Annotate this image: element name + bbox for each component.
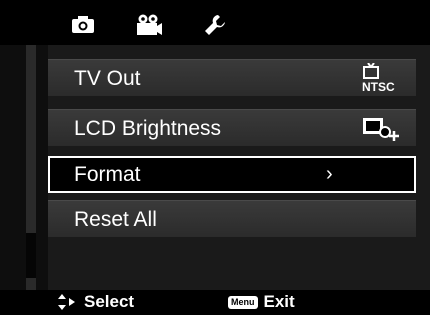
tab-camera[interactable]: [60, 8, 106, 42]
menu-item-lcd-brightness[interactable]: LCD Brightness: [48, 109, 416, 146]
select-hint: Select: [58, 292, 134, 312]
tab-video[interactable]: [126, 8, 172, 42]
dpad-up-down-right-icon: [58, 294, 75, 310]
menu-item-label: Reset All: [74, 208, 157, 231]
chevron-right-icon: ›: [326, 163, 333, 185]
tab-bar: [0, 0, 430, 45]
select-label: Select: [84, 292, 135, 311]
menu-left-strip: [0, 45, 48, 290]
menu-item-label: TV Out: [74, 67, 141, 90]
exit-label: Exit: [263, 292, 295, 311]
menu-item-format[interactable]: Format ›: [48, 156, 416, 193]
menu-item-reset-all[interactable]: Reset All: [48, 200, 416, 237]
tab-setup[interactable]: [192, 8, 238, 42]
video-camera-icon: [137, 14, 162, 35]
scrollbar-thumb[interactable]: [26, 233, 36, 278]
wrench-icon: [205, 15, 225, 35]
tv-ntsc-icon: NTSC: [360, 62, 400, 98]
settings-menu: TV Out NTSC LCD Brightness Format › Rese…: [0, 45, 430, 290]
svg-text:NTSC: NTSC: [362, 80, 395, 93]
exit-hint: Menu Exit: [228, 292, 295, 312]
menu-item-label: LCD Brightness: [74, 117, 222, 140]
lcd-brightness-icon: [360, 113, 400, 148]
menu-item-tv-out[interactable]: TV Out NTSC: [48, 59, 416, 96]
menu-button-icon: Menu: [228, 295, 258, 309]
footer-hints: Select Menu Exit: [0, 290, 430, 315]
menu-item-label: Format: [74, 163, 141, 186]
camera-icon: [72, 16, 94, 33]
